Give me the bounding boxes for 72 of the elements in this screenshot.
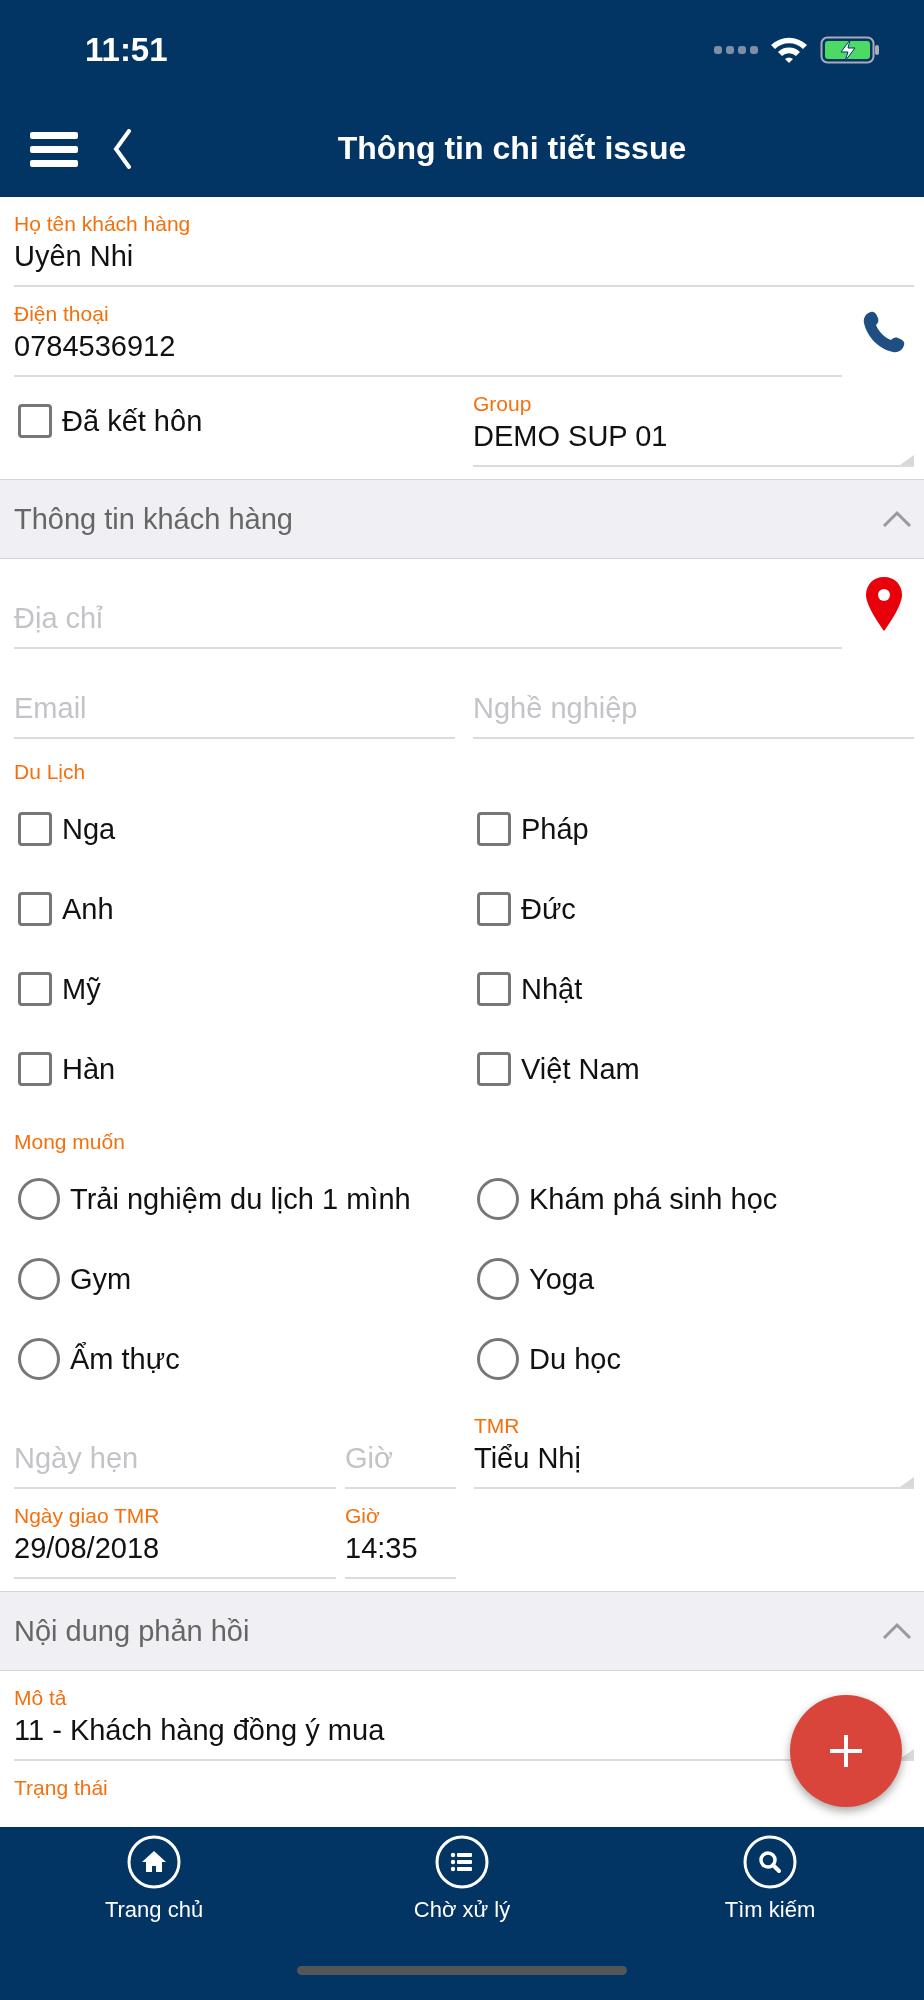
radio-button[interactable] [477,1258,519,1300]
add-button[interactable] [790,1695,902,1807]
input-field[interactable]: 29/08/2018 [14,1529,336,1579]
section-header[interactable]: Nội dung phản hồi [0,1591,924,1671]
section-header[interactable]: Thông tin khách hàng [0,479,924,559]
group-label: Du Lịch [13,759,87,785]
field-label: Ngày giao TMR [14,1503,161,1529]
checkbox[interactable] [477,972,511,1006]
field-label: Group [473,391,533,417]
signal-icon [714,44,758,56]
radio-button[interactable] [18,1258,60,1300]
location-pin-icon[interactable] [865,576,903,632]
field-label: TMR [474,1413,521,1439]
checkbox-label: Hàn [62,1052,116,1086]
radio-button[interactable] [18,1178,60,1220]
field-label: Mô tả [14,1685,68,1711]
radio-label: Yoga [529,1262,595,1296]
dropdown[interactable]: Tiểu Nhị [474,1439,914,1489]
dropdown-corner-icon [900,1477,914,1487]
input-field[interactable]: 14:35 [345,1529,456,1579]
radio-label: Gym [70,1262,132,1296]
checkbox-label: Mỹ [62,972,101,1006]
radio-button[interactable] [477,1338,519,1380]
checkbox[interactable] [18,1052,52,1086]
checkbox-label: Anh [62,892,114,926]
tab-button[interactable]: Chờ xử lý [308,1827,616,1923]
chevron-up-icon[interactable] [882,510,912,528]
section-title: Thông tin khách hàng [14,502,293,536]
input-field[interactable]: 0784536912 [14,327,842,377]
checkbox[interactable] [18,972,52,1006]
checkbox-label: Pháp [521,812,589,846]
checkbox[interactable] [477,892,511,926]
radio-label: Du học [529,1342,621,1376]
back-icon[interactable] [112,128,132,169]
radio-label: Trải nghiệm du lịch 1 mình [70,1182,411,1216]
plus-icon [828,1733,864,1769]
checkbox[interactable] [477,812,511,846]
checkbox-label: Nhật [521,972,583,1006]
battery-icon [820,36,880,64]
checkbox-label: Nga [62,812,116,846]
dropdown-corner-icon [900,455,914,465]
group-label: Mong muốn [13,1129,126,1155]
radio-button[interactable] [477,1178,519,1220]
section-title: Nội dung phản hồi [14,1614,250,1648]
screen-title: Thông tin chi tiết issue [336,130,688,167]
dropdown[interactable]: DEMO SUP 01 [473,417,914,467]
checkbox-label: Đức [521,892,576,926]
field-label: Điện thoại [14,301,110,327]
tab-button[interactable]: Tìm kiếm [616,1827,924,1923]
checkbox[interactable] [18,892,52,926]
radio-label: Khám phá sinh học [529,1182,778,1216]
search-icon [743,1835,797,1889]
tab-button[interactable]: Trang chủ [0,1827,308,1923]
list-icon [435,1835,489,1889]
checkbox[interactable] [18,812,52,846]
chevron-up-icon[interactable] [882,1622,912,1640]
checkbox-label: Đã kết hôn [62,404,203,438]
phone-icon[interactable] [862,310,906,354]
status-time: 11:51 [85,31,169,69]
checkbox[interactable] [18,404,52,438]
field-label: Họ tên khách hàng [14,211,192,237]
checkbox-label: Việt Nam [521,1052,640,1086]
home-icon [127,1835,181,1889]
menu-icon[interactable] [30,129,78,168]
dropdown-corner-icon [900,1749,914,1759]
radio-button[interactable] [18,1338,60,1380]
input-field[interactable]: Uyên Nhi [14,237,914,287]
radio-label: Ẩm thực [70,1342,180,1376]
field-label: Giờ [345,1503,381,1529]
field-label: Trạng thái [14,1775,109,1801]
wifi-icon [770,36,808,64]
checkbox[interactable] [477,1052,511,1086]
